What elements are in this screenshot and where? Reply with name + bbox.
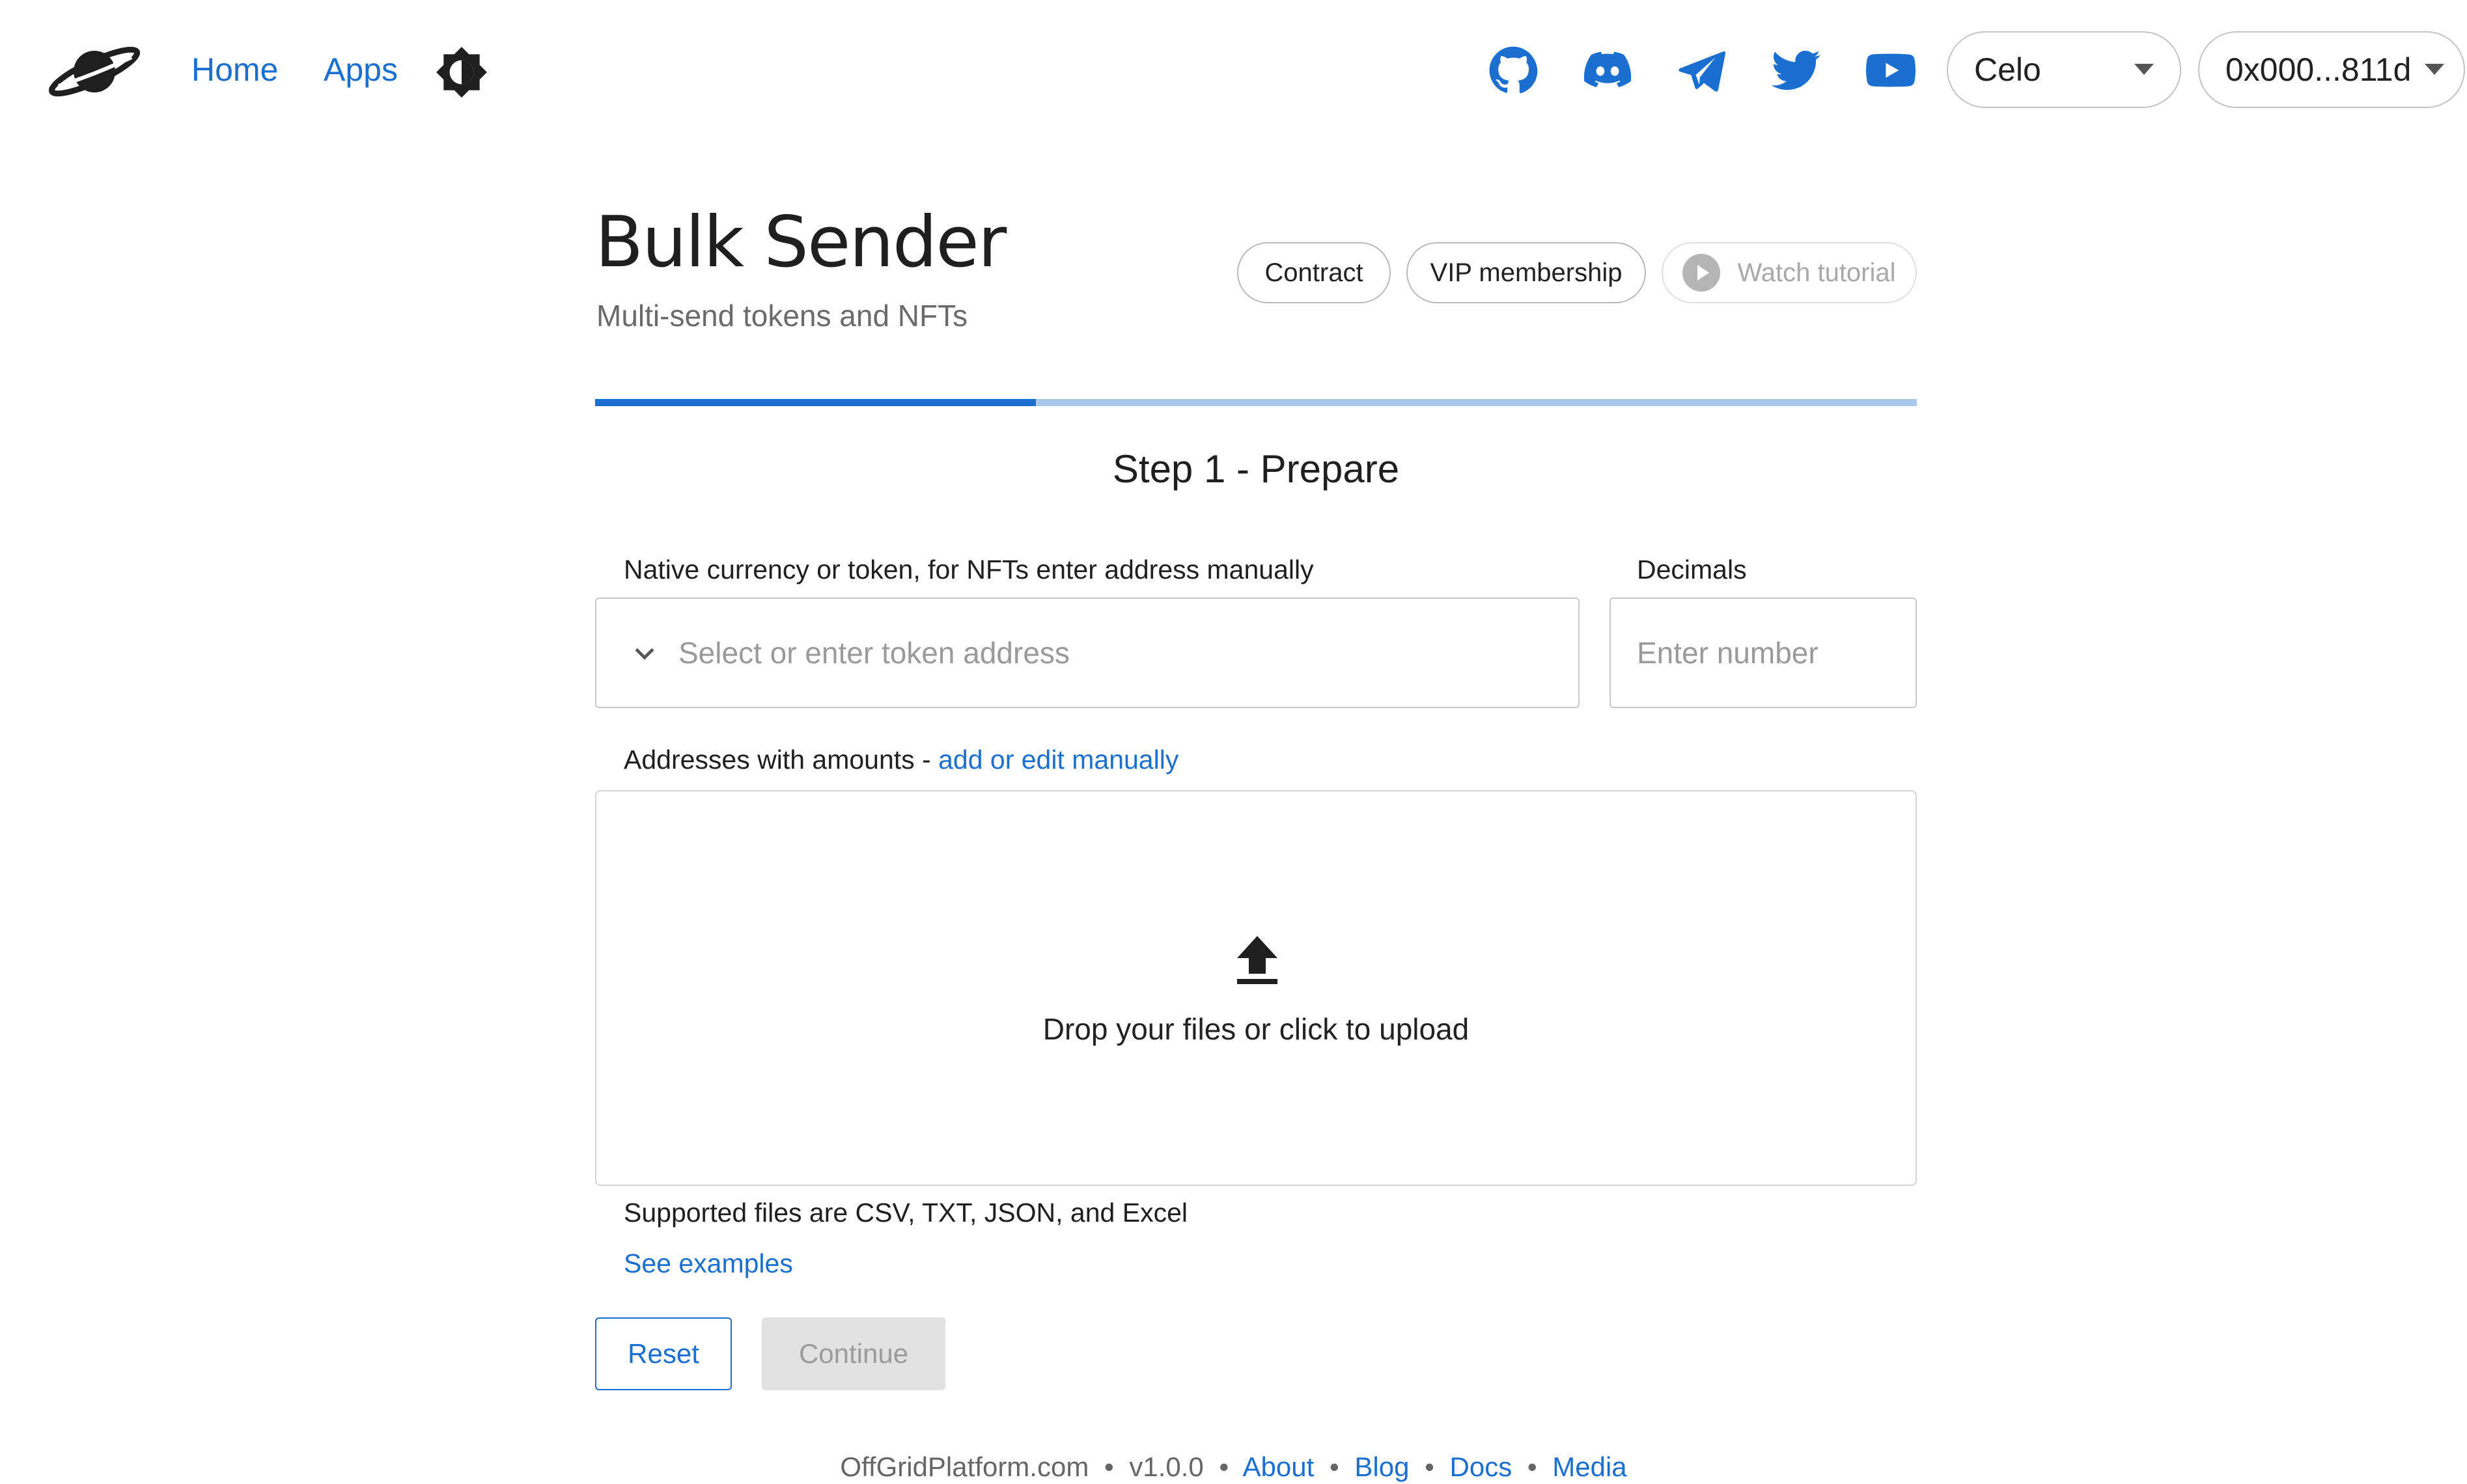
network-select[interactable]: Celo bbox=[1947, 31, 2181, 108]
nav-apps-link[interactable]: Apps bbox=[324, 51, 398, 89]
footer-about-link[interactable]: About bbox=[1243, 1451, 1315, 1482]
footer-version: v1.0.0 bbox=[1129, 1451, 1204, 1482]
footer-blog-link[interactable]: Blog bbox=[1354, 1451, 1409, 1482]
see-examples-link[interactable]: See examples bbox=[624, 1248, 793, 1279]
step-progress-bar bbox=[595, 399, 1917, 406]
reset-button-label: Reset bbox=[628, 1338, 699, 1369]
footer-separator: • bbox=[1527, 1451, 1537, 1482]
wallet-select[interactable]: 0x000...811d bbox=[2198, 31, 2465, 108]
theme-toggle-icon[interactable] bbox=[435, 46, 488, 99]
youtube-icon[interactable] bbox=[1866, 46, 1916, 95]
addresses-label-row: Addresses with amounts - add or edit man… bbox=[624, 745, 1178, 775]
token-label: Native currency or token, for NFTs enter… bbox=[624, 555, 1314, 584]
token-select-input[interactable]: Select or enter token address bbox=[595, 598, 1580, 708]
watch-tutorial-label: Watch tutorial bbox=[1737, 258, 1896, 287]
footer-separator: • bbox=[1219, 1451, 1229, 1482]
decimals-label: Decimals bbox=[1637, 555, 1747, 584]
footer-site: OffGridPlatform.com bbox=[840, 1451, 1089, 1482]
chevron-down-icon bbox=[635, 648, 654, 660]
decimals-input[interactable]: Enter number bbox=[1610, 598, 1917, 708]
saturn-logo-icon[interactable] bbox=[46, 39, 143, 104]
continue-button-label: Continue bbox=[798, 1338, 909, 1369]
discord-icon[interactable] bbox=[1583, 46, 1632, 95]
nav-home-link[interactable]: Home bbox=[191, 51, 278, 89]
contract-button[interactable]: Contract bbox=[1237, 242, 1391, 303]
footer-separator: • bbox=[1104, 1451, 1114, 1482]
contract-button-label: Contract bbox=[1264, 258, 1363, 287]
vip-membership-label: VIP membership bbox=[1430, 258, 1623, 287]
chevron-down-icon bbox=[2134, 64, 2154, 75]
footer-separator: • bbox=[1425, 1451, 1434, 1482]
decimals-placeholder: Enter number bbox=[1637, 636, 1819, 670]
telegram-icon[interactable] bbox=[1677, 46, 1727, 95]
wallet-select-value: 0x000...811d bbox=[2225, 51, 2412, 88]
step-title: Step 1 - Prepare bbox=[1112, 447, 1400, 491]
watch-tutorial-button[interactable]: Watch tutorial bbox=[1662, 242, 1917, 303]
token-select-placeholder: Select or enter token address bbox=[678, 636, 1070, 670]
file-dropzone[interactable]: Drop your files or click to upload bbox=[595, 790, 1917, 1186]
edit-manually-link[interactable]: add or edit manually bbox=[938, 745, 1178, 775]
page-title: Bulk Sender bbox=[595, 202, 1007, 283]
play-icon bbox=[1682, 254, 1721, 292]
addresses-label: Addresses with amounts - bbox=[624, 745, 931, 775]
chevron-down-icon bbox=[2425, 64, 2444, 75]
page-subtitle: Multi-send tokens and NFTs bbox=[596, 299, 968, 333]
footer: OffGridPlatform.com • v1.0.0 • About • B… bbox=[0, 1451, 2467, 1483]
network-select-value: Celo bbox=[1974, 51, 2041, 88]
supported-files-text: Supported files are CSV, TXT, JSON, and … bbox=[624, 1198, 1188, 1228]
footer-docs-link[interactable]: Docs bbox=[1450, 1451, 1512, 1482]
dropzone-text: Drop your files or click to upload bbox=[1042, 1012, 1470, 1046]
twitter-icon[interactable] bbox=[1772, 46, 1821, 95]
vip-membership-button[interactable]: VIP membership bbox=[1406, 242, 1646, 303]
footer-separator: • bbox=[1329, 1451, 1339, 1482]
continue-button[interactable]: Continue bbox=[762, 1317, 945, 1390]
reset-button[interactable]: Reset bbox=[595, 1317, 732, 1390]
upload-icon bbox=[1237, 936, 1277, 984]
footer-media-link[interactable]: Media bbox=[1552, 1451, 1626, 1482]
step-progress-fill bbox=[595, 399, 1036, 406]
github-icon[interactable] bbox=[1488, 46, 1538, 95]
